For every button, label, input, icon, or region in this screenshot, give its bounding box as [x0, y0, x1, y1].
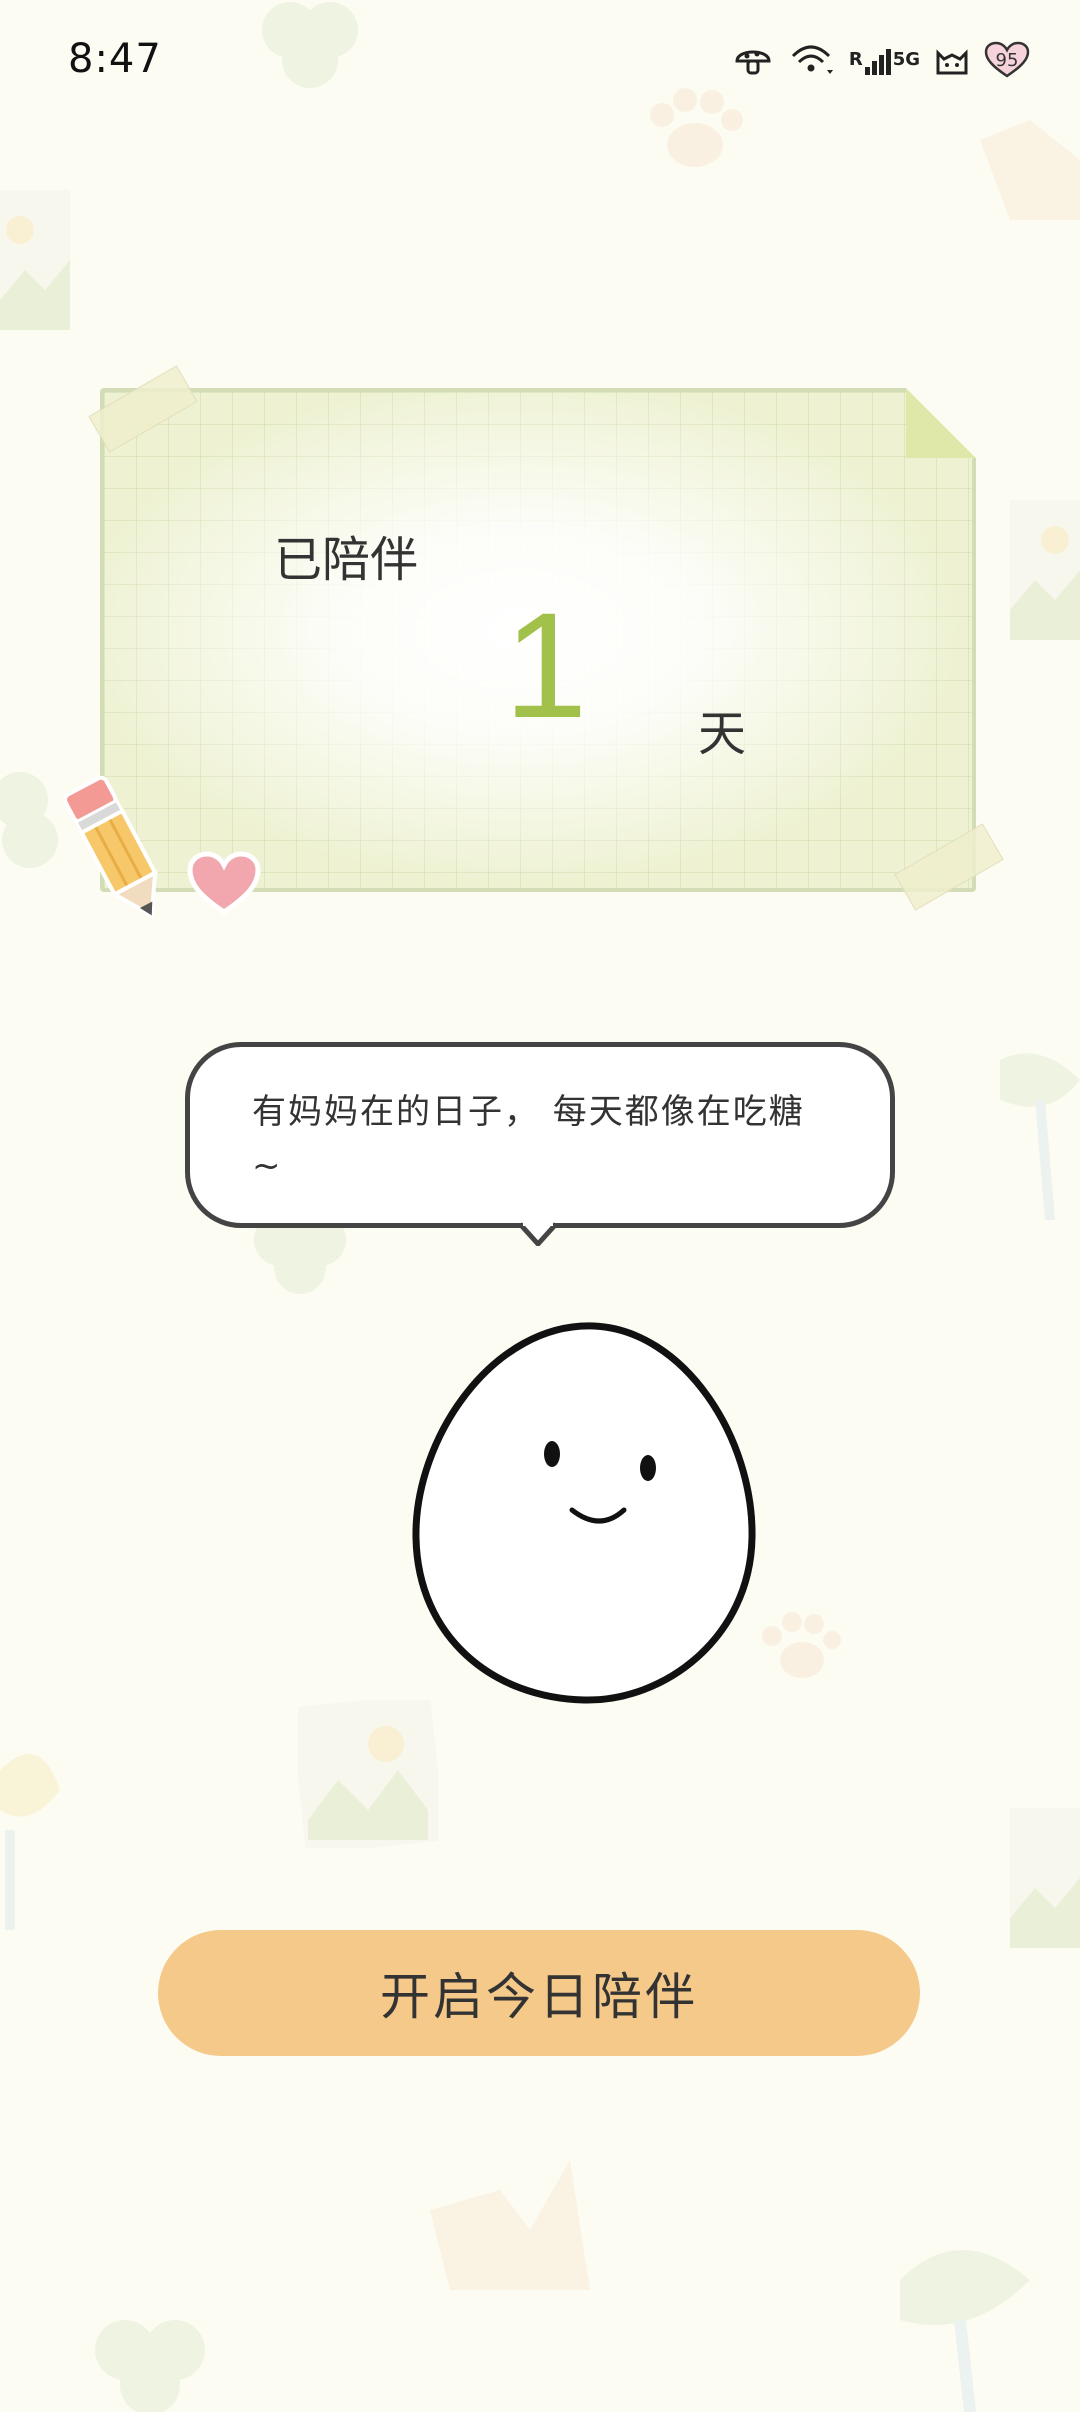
- leaf-decoration: [0, 1754, 60, 1930]
- status-time: 8:47: [68, 36, 162, 82]
- paw-decoration: [762, 1612, 841, 1678]
- days-count: 1: [504, 581, 588, 749]
- paw-decoration: [650, 88, 743, 167]
- clover-decoration: [95, 2320, 205, 2412]
- cat-icon: [934, 43, 970, 77]
- speech-bubble-tail: [520, 1222, 556, 1246]
- pencil-icon: [63, 775, 158, 919]
- cloud-decoration: [980, 120, 1080, 220]
- start-companion-button[interactable]: 开启今日陪伴: [158, 1930, 920, 2056]
- speech-bubble: 有妈妈在的日子， 每天都像在吃糖~: [185, 1042, 895, 1228]
- clover-decoration: [262, 2, 358, 88]
- days-card: 已陪伴 1 天: [100, 388, 976, 892]
- picture-decoration: [1010, 1808, 1080, 1948]
- cloud-decoration: [430, 2160, 590, 2290]
- status-bar: 8:47 R 5G 95: [0, 0, 1080, 120]
- days-unit: 天: [698, 706, 747, 762]
- leaf-decoration: [1000, 1053, 1080, 1220]
- bubble-message: 有妈妈在的日子， 每天都像在吃糖~: [252, 1092, 805, 1186]
- egg-character[interactable]: [404, 1318, 764, 1708]
- signal-icon: R 5G: [849, 41, 920, 79]
- mushroom-icon: [733, 41, 773, 79]
- battery-level: 95: [995, 49, 1019, 71]
- companion-page: 8:47 R 5G 95 已陪伴 1 天 有妈妈在的日子， 每天都像在吃糖~ 开…: [0, 0, 1080, 2412]
- card-fold-corner: [906, 388, 976, 458]
- network-label: 5G: [892, 49, 920, 70]
- wifi-icon: [787, 40, 835, 80]
- status-icons: R 5G 95: [733, 40, 1030, 80]
- leaf-decoration: [900, 2250, 1030, 2412]
- heart-icon: [187, 851, 261, 916]
- battery-heart-icon: 95: [984, 41, 1030, 79]
- picture-decoration: [1010, 500, 1080, 640]
- days-label: 已陪伴: [274, 532, 419, 588]
- picture-decoration: [0, 190, 70, 330]
- picture-decoration: [298, 1700, 438, 1848]
